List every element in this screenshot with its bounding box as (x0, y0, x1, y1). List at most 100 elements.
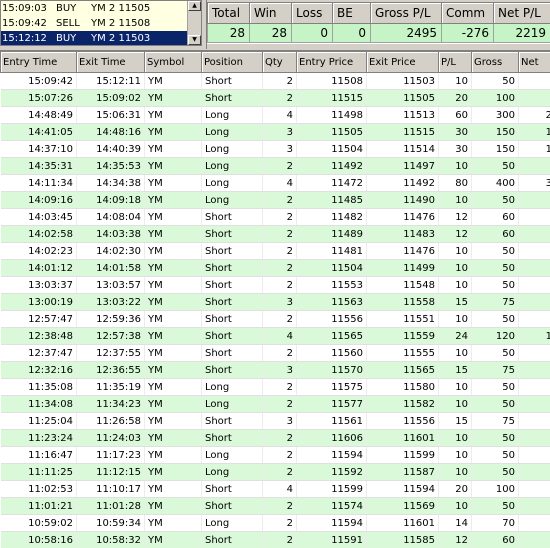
order-log-scrollbar[interactable]: ▲ ▼ (187, 1, 201, 45)
table-row[interactable]: 14:03:4514:08:04YMShort211482114761260 (1, 209, 550, 226)
table-row[interactable]: 14:48:4915:06:31YMLong41149811513603002 (1, 107, 550, 124)
column-header[interactable]: Position (202, 52, 263, 73)
table-cell: Long (202, 192, 263, 209)
column-header[interactable]: Qty (263, 52, 297, 73)
table-cell: 11:24:03 (77, 430, 145, 447)
column-header[interactable]: Net (519, 52, 550, 73)
order-time: 15:09:03 (2, 1, 47, 16)
table-row[interactable]: 11:25:0411:26:58YMShort311561115561575 (1, 413, 550, 430)
column-header[interactable]: Symbol (145, 52, 202, 73)
table-cell: YM (145, 311, 202, 328)
table-cell: 11:34:08 (1, 396, 77, 413)
column-header[interactable]: Entry Time (1, 52, 77, 73)
summary-value-cell: 2219 (494, 24, 550, 43)
order-time: 15:09:42 (2, 16, 47, 31)
table-row[interactable]: 14:09:1614:09:18YMLong211485114901050 (1, 192, 550, 209)
summary-header-cell[interactable]: Comm (442, 3, 494, 24)
table-cell: 4 (263, 175, 297, 192)
scroll-down-arrow-icon[interactable]: ▼ (188, 35, 201, 45)
table-cell: 11599 (297, 481, 367, 498)
order-log-item[interactable]: 15:12:12BUYYM 2 11503 (1, 31, 201, 46)
order-log-list[interactable]: 15:09:03BUYYM 2 1150515:09:42SELLYM 2 11… (0, 0, 202, 46)
column-header[interactable]: Exit Time (77, 52, 145, 73)
summary-header-cell[interactable]: BE (333, 3, 371, 24)
table-cell: 11481 (297, 243, 367, 260)
table-cell (519, 311, 550, 328)
table-cell: 10 (439, 447, 472, 464)
table-cell: Long (202, 141, 263, 158)
column-header[interactable]: Gross (472, 52, 519, 73)
table-cell: 14:40:39 (77, 141, 145, 158)
table-cell: 30 (439, 124, 472, 141)
table-row[interactable]: 14:11:3414:34:38YMLong41147211492804003 (1, 175, 550, 192)
trades-grid[interactable]: Entry TimeExit TimeSymbolPositionQtyEntr… (0, 50, 550, 548)
table-row[interactable]: 11:35:0811:35:19YMLong211575115801050 (1, 379, 550, 396)
table-row[interactable]: 11:02:5311:10:17YMShort4115991159420100 (1, 481, 550, 498)
table-cell: 15:12:11 (77, 73, 145, 90)
summary-header-cell[interactable]: Net P/L (494, 3, 550, 24)
table-row[interactable]: 14:35:3114:35:53YMLong211492114971050 (1, 158, 550, 175)
table-row[interactable]: 13:00:1913:03:22YMShort311563115581575 (1, 294, 550, 311)
table-cell: YM (145, 379, 202, 396)
table-cell: 14:01:58 (77, 260, 145, 277)
table-row[interactable]: 12:37:4712:37:55YMShort211560115551050 (1, 345, 550, 362)
table-row[interactable]: 12:32:1612:36:55YMShort311570115651575 (1, 362, 550, 379)
summary-header-cell[interactable]: Loss (292, 3, 333, 24)
table-row[interactable]: 14:41:0514:48:16YMLong31150511515301501 (1, 124, 550, 141)
table-cell: 11515 (367, 124, 439, 141)
table-cell: 10 (439, 192, 472, 209)
table-row[interactable]: 11:34:0811:34:23YMLong211577115821050 (1, 396, 550, 413)
table-cell (519, 243, 550, 260)
table-row[interactable]: 12:57:4712:59:36YMShort211556115511050 (1, 311, 550, 328)
table-row[interactable]: 15:09:4215:12:11YMShort211508115031050 (1, 73, 550, 90)
table-cell: Long (202, 464, 263, 481)
table-cell (519, 73, 550, 90)
table-cell: YM (145, 532, 202, 548)
table-row[interactable]: 11:01:2111:01:28YMShort211574115691050 (1, 498, 550, 515)
summary-header-cell[interactable]: Gross P/L (371, 3, 442, 24)
table-cell: YM (145, 124, 202, 141)
table-cell: 11:01:21 (1, 498, 77, 515)
table-row[interactable]: 14:02:5814:03:38YMShort211489114831260 (1, 226, 550, 243)
table-row[interactable]: 14:01:1214:01:58YMShort211504114991050 (1, 260, 550, 277)
scroll-up-arrow-icon[interactable]: ▲ (188, 1, 201, 11)
table-row[interactable]: 10:59:0210:59:34YMLong211594116011470 (1, 515, 550, 532)
table-cell: 10 (439, 498, 472, 515)
table-cell (519, 362, 550, 379)
table-cell: 12:59:36 (77, 311, 145, 328)
table-row[interactable]: 14:02:2314:02:30YMShort211481114761050 (1, 243, 550, 260)
column-header[interactable]: Entry Price (297, 52, 367, 73)
table-cell (519, 294, 550, 311)
table-cell: 14:48:49 (1, 107, 77, 124)
table-cell: Long (202, 515, 263, 532)
summary-header-cell[interactable]: Total (208, 3, 250, 24)
table-row[interactable]: 15:07:2615:09:02YMShort2115151150520100 (1, 90, 550, 107)
table-row[interactable]: 14:37:1014:40:39YMLong31150411514301501 (1, 141, 550, 158)
table-cell: 11565 (367, 362, 439, 379)
table-row[interactable]: 11:11:2511:12:15YMLong211592115871050 (1, 464, 550, 481)
order-log-item[interactable]: 15:09:42SELLYM 2 11508 (1, 16, 201, 31)
table-cell: 11592 (297, 464, 367, 481)
order-side: BUY (56, 31, 76, 46)
summary-header-cell[interactable]: Win (250, 3, 292, 24)
table-row[interactable]: 12:38:4812:57:38YMShort41156511559241201 (1, 328, 550, 345)
table-cell: YM (145, 430, 202, 447)
table-cell: 14:48:16 (77, 124, 145, 141)
table-cell: 4 (263, 328, 297, 345)
table-cell: 15:09:02 (77, 90, 145, 107)
table-row[interactable]: 11:23:2411:24:03YMShort211606116011050 (1, 430, 550, 447)
table-cell: 14:41:05 (1, 124, 77, 141)
table-cell: 12:38:48 (1, 328, 77, 345)
table-cell: 12:57:38 (77, 328, 145, 345)
column-header[interactable]: Exit Price (367, 52, 439, 73)
table-row[interactable]: 10:58:1610:58:32YMShort211591115851260 (1, 532, 550, 548)
table-cell: 100 (472, 90, 519, 107)
table-cell: 50 (472, 447, 519, 464)
table-cell: 20 (439, 481, 472, 498)
table-cell: 2 (263, 447, 297, 464)
table-row[interactable]: 13:03:3713:03:57YMShort211553115481050 (1, 277, 550, 294)
order-log-item[interactable]: 15:09:03BUYYM 2 11505 (1, 1, 201, 16)
column-header[interactable]: P/L (439, 52, 472, 73)
table-row[interactable]: 11:16:4711:17:23YMLong211594115991050 (1, 447, 550, 464)
table-cell: 12 (439, 532, 472, 548)
